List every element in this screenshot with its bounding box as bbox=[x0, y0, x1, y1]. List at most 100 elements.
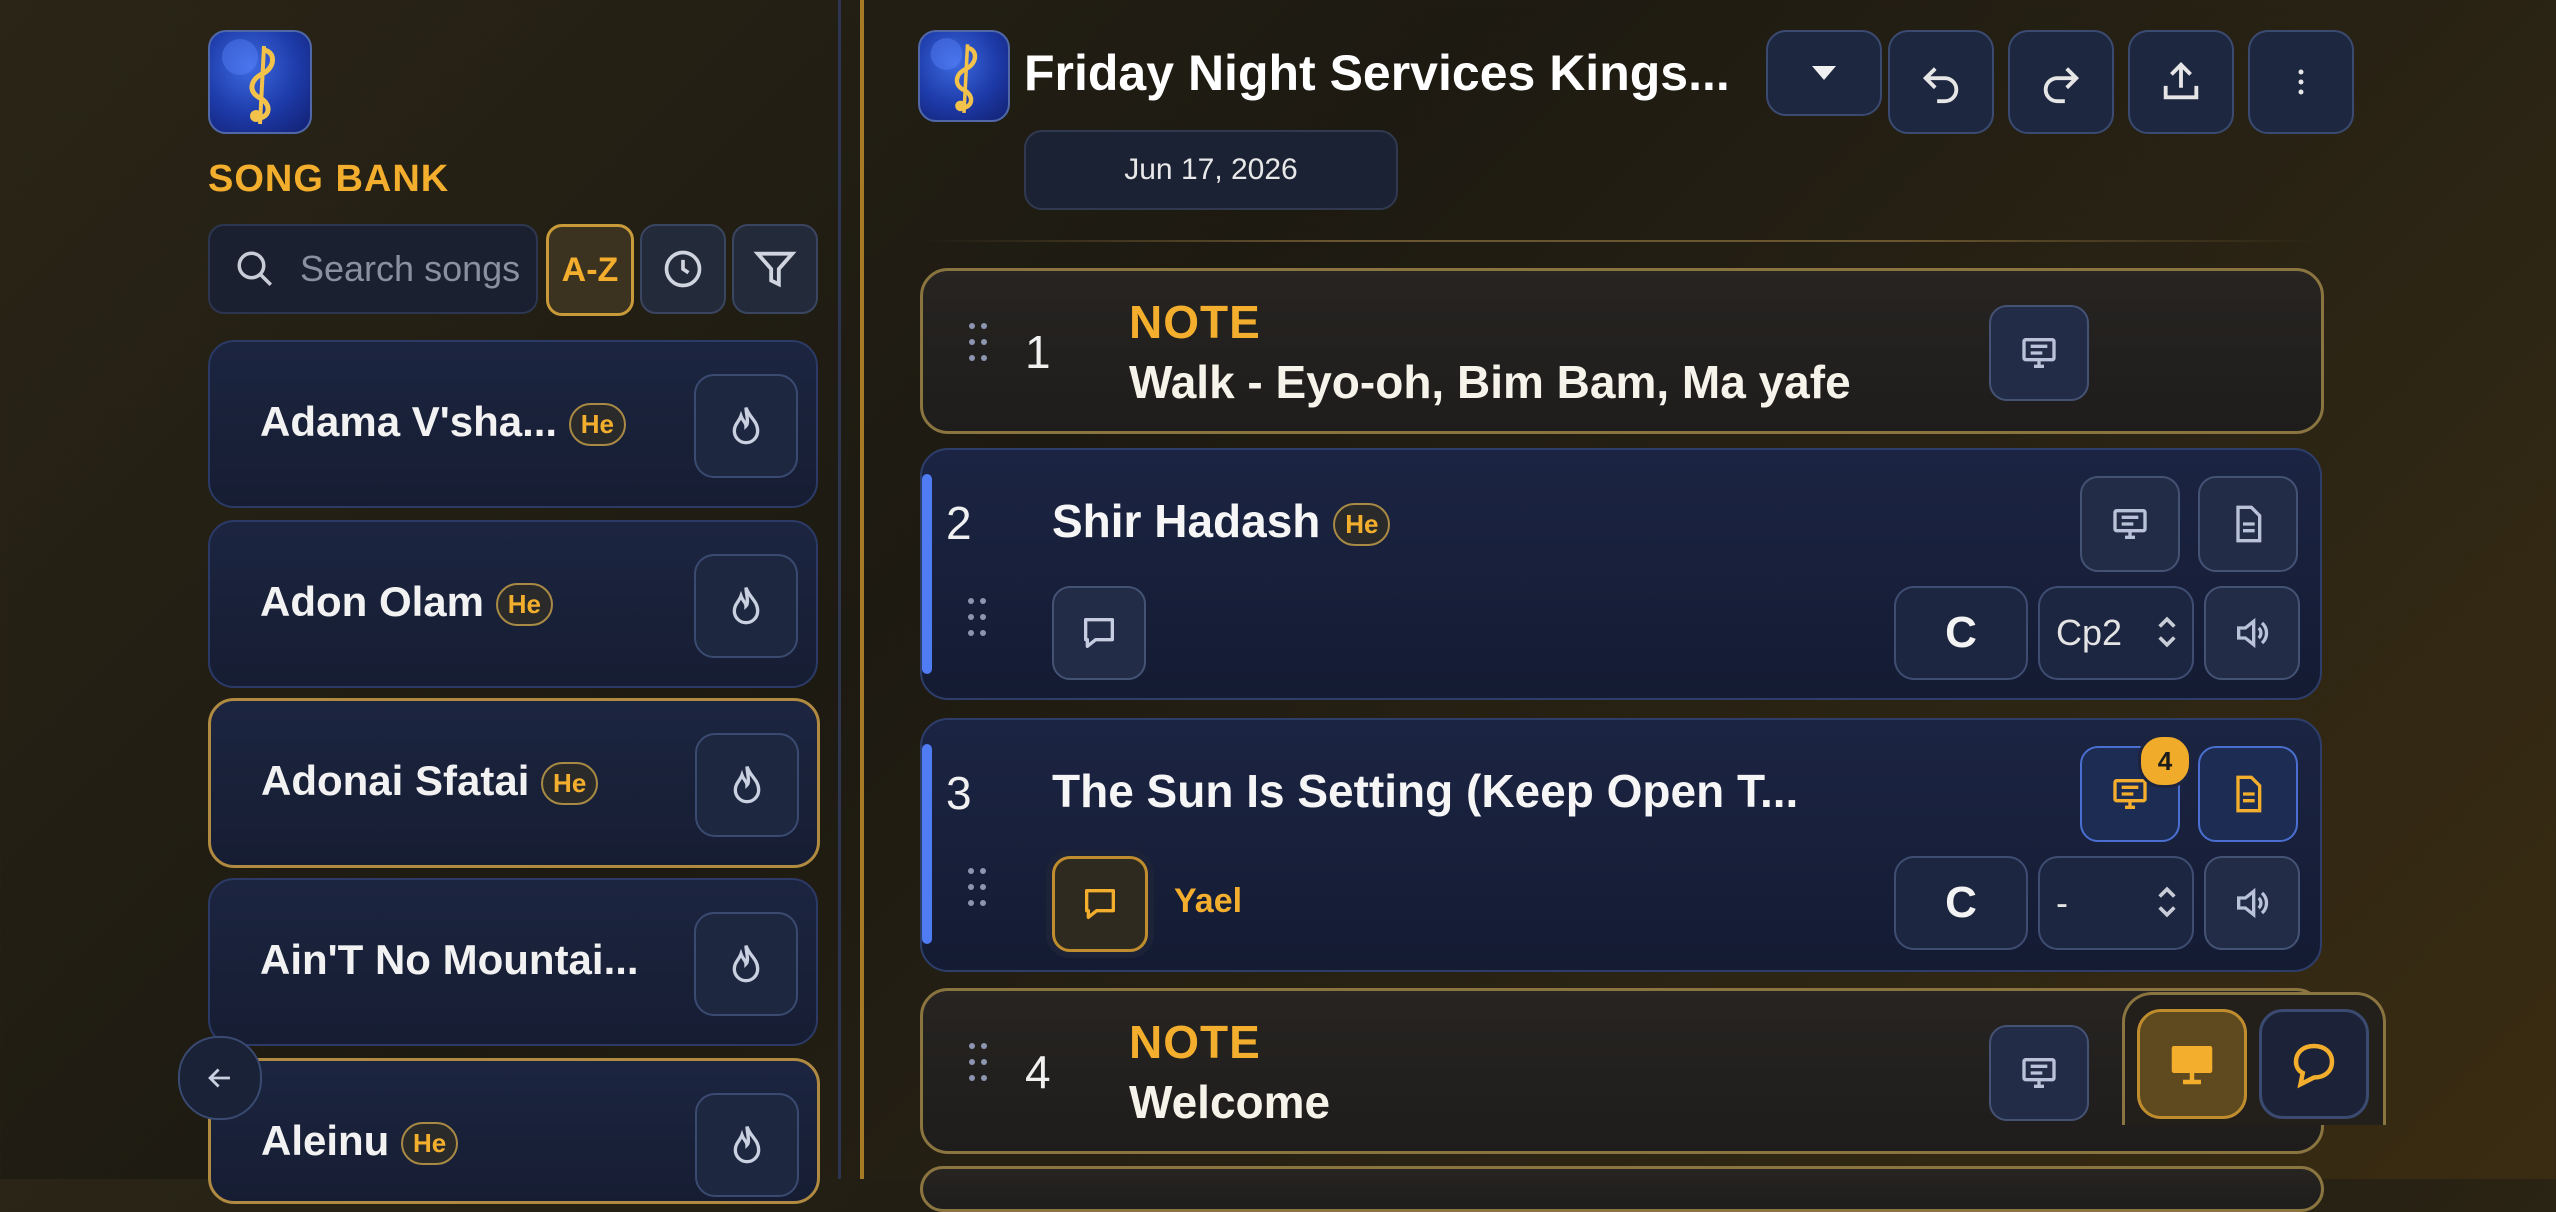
comment-icon bbox=[1084, 618, 1114, 648]
song-title: Adama V'sha... bbox=[260, 398, 558, 445]
setlist-note-row[interactable]: 1 NOTE Walk - Eyo-oh, Bim Bam, Ma yafe bbox=[920, 268, 2324, 434]
capo-select[interactable]: Cp2 bbox=[2038, 586, 2194, 680]
capo-value: - bbox=[2056, 882, 2068, 923]
presentation-icon bbox=[2022, 338, 2056, 368]
song-list-item[interactable]: Adonai Sfatai He bbox=[208, 698, 820, 868]
language-badge: He bbox=[495, 583, 553, 627]
undo-icon bbox=[1922, 67, 1959, 104]
setlist-note-row[interactable]: 4 NOTE Welcome bbox=[920, 988, 2324, 1154]
arrow-left-icon bbox=[208, 1068, 230, 1088]
comment-icon bbox=[1085, 889, 1115, 919]
header-divider bbox=[920, 240, 2320, 242]
language-badge: He bbox=[541, 762, 599, 806]
item-number: 4 bbox=[1025, 1046, 1051, 1098]
comment-button[interactable] bbox=[1052, 586, 1146, 680]
setlist-song-row[interactable]: 3 The Sun Is Setting (Keep Open T... Yae… bbox=[920, 718, 2322, 972]
presentation-button[interactable] bbox=[2080, 476, 2180, 572]
drag-handle-icon[interactable] bbox=[968, 868, 992, 916]
share-button[interactable] bbox=[2128, 30, 2234, 134]
favorite-button[interactable] bbox=[695, 733, 799, 837]
sidebar-divider bbox=[838, 0, 841, 1179]
song-title: Aleinu bbox=[261, 1117, 390, 1164]
drag-handle-icon[interactable] bbox=[969, 1043, 993, 1091]
more-vertical-icon bbox=[2298, 69, 2304, 95]
present-mode-button[interactable] bbox=[2137, 1009, 2247, 1119]
song-list-item[interactable]: Aleinu He bbox=[208, 1058, 820, 1204]
setlist-row-partial bbox=[920, 1166, 2324, 1212]
comment-author: Yael bbox=[1174, 882, 1243, 920]
chat-button[interactable] bbox=[2259, 1009, 2369, 1119]
key-selector[interactable]: C bbox=[1894, 586, 2028, 680]
app-logo-icon bbox=[208, 30, 312, 134]
favorite-button[interactable] bbox=[695, 1093, 799, 1197]
search-input[interactable] bbox=[298, 244, 530, 294]
setlist-song-row[interactable]: 2 Shir Hadash He C Cp2 bbox=[920, 448, 2322, 700]
song-list-item[interactable]: Adon Olam He bbox=[208, 520, 818, 688]
note-label: NOTE bbox=[1129, 1016, 1261, 1068]
audio-button[interactable] bbox=[2204, 586, 2300, 680]
monitor-icon bbox=[2171, 1046, 2213, 1085]
chevron-updown-icon bbox=[2158, 616, 2176, 648]
presentation-button[interactable] bbox=[1989, 305, 2089, 401]
chevron-down-icon bbox=[1812, 66, 1836, 80]
recent-sort-button[interactable] bbox=[640, 224, 726, 314]
drag-handle-icon[interactable] bbox=[969, 323, 993, 371]
song-title: Ain'T No Mountai... bbox=[260, 936, 639, 983]
audio-button[interactable] bbox=[2204, 856, 2300, 950]
sort-az-button[interactable]: A-Z bbox=[546, 224, 634, 316]
presentation-icon bbox=[2022, 1058, 2056, 1088]
presentation-button[interactable]: 4 bbox=[2080, 734, 2192, 842]
song-bank-title: SONG BANK bbox=[208, 158, 450, 200]
active-indicator bbox=[922, 744, 932, 944]
filter-button[interactable] bbox=[732, 224, 818, 314]
setlist-logo-icon bbox=[918, 30, 1010, 122]
key-selector[interactable]: C bbox=[1894, 856, 2028, 950]
presentation-icon bbox=[2113, 508, 2147, 539]
chord-sheet-button[interactable] bbox=[2198, 476, 2298, 572]
presentation-button[interactable] bbox=[1989, 1025, 2089, 1121]
flame-icon bbox=[732, 407, 760, 445]
song-title: Adon Olam bbox=[260, 578, 485, 625]
undo-button[interactable] bbox=[1888, 30, 1994, 134]
redo-button[interactable] bbox=[2008, 30, 2114, 134]
language-badge: He bbox=[568, 403, 627, 447]
song-list-item[interactable]: Adama V'sha... He bbox=[208, 340, 818, 508]
document-icon bbox=[2236, 775, 2262, 813]
language-badge: He bbox=[1333, 503, 1391, 547]
note-text: Walk - Eyo-oh, Bim Bam, Ma yafe bbox=[1129, 356, 1851, 408]
collapse-sidebar-button[interactable] bbox=[178, 1036, 262, 1120]
chat-icon bbox=[2293, 1043, 2335, 1089]
favorite-button[interactable] bbox=[694, 912, 798, 1016]
song-list-item[interactable]: Ain'T No Mountai... bbox=[208, 878, 818, 1046]
flame-icon bbox=[733, 1126, 761, 1164]
setlist-dropdown-button[interactable] bbox=[1766, 30, 1882, 116]
chord-sheet-button[interactable] bbox=[2198, 746, 2298, 842]
filter-icon bbox=[753, 251, 797, 288]
song-title: Adonai Sfatai bbox=[261, 757, 530, 804]
speaker-icon bbox=[2237, 617, 2269, 649]
item-number: 2 bbox=[946, 497, 972, 549]
capo-select[interactable]: - bbox=[2038, 856, 2194, 950]
share-icon bbox=[2163, 62, 2199, 100]
search-field[interactable] bbox=[208, 224, 538, 314]
flame-icon bbox=[732, 945, 760, 983]
capo-value: Cp2 bbox=[2056, 612, 2123, 653]
flame-icon bbox=[732, 587, 760, 625]
speaker-icon bbox=[2237, 887, 2269, 919]
drag-handle-icon[interactable] bbox=[968, 598, 992, 646]
date-picker[interactable]: Jun 17, 2026 bbox=[1024, 130, 1398, 210]
chevron-updown-icon bbox=[2158, 886, 2176, 918]
document-icon bbox=[2236, 505, 2262, 543]
comment-button[interactable] bbox=[1052, 856, 1148, 952]
favorite-button[interactable] bbox=[694, 554, 798, 658]
setlist-title[interactable]: Friday Night Services Kings... bbox=[1024, 44, 1730, 102]
item-number: 1 bbox=[1025, 326, 1051, 378]
song-title: Shir Hadash bbox=[1052, 495, 1321, 547]
more-options-button[interactable] bbox=[2248, 30, 2354, 134]
floating-actions-panel bbox=[2122, 992, 2386, 1125]
item-number: 3 bbox=[946, 767, 972, 819]
song-title: The Sun Is Setting (Keep Open T... bbox=[1052, 765, 1799, 817]
favorite-button[interactable] bbox=[694, 374, 798, 478]
flame-icon bbox=[733, 766, 761, 804]
resize-handle[interactable] bbox=[860, 0, 864, 1179]
